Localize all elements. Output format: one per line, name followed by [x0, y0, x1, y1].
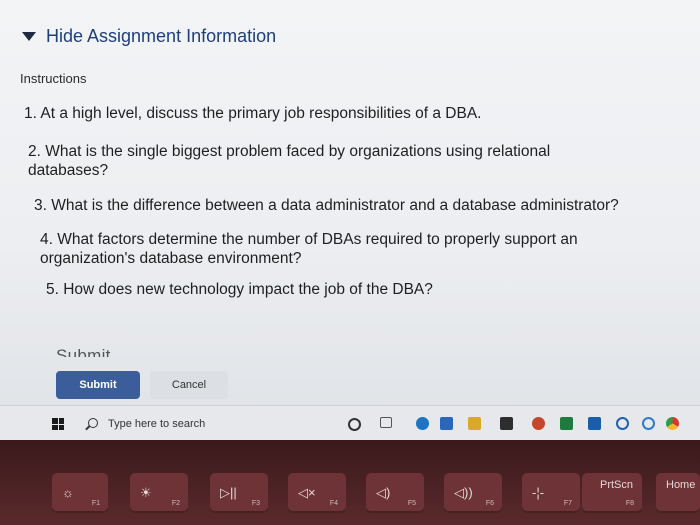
store-icon[interactable]	[440, 417, 453, 430]
excel-icon[interactable]	[560, 417, 573, 430]
brightness-up-icon: ☀	[140, 485, 152, 500]
brightness-down-icon: ☼	[62, 485, 74, 500]
cancel-button[interactable]: Cancel	[150, 371, 228, 399]
browser-screen: Hide Assignment Information Instructions…	[0, 0, 700, 440]
play-pause-icon: ▷||	[220, 485, 237, 500]
chrome-icon[interactable]	[666, 417, 679, 430]
hide-assignment-toggle[interactable]: Hide Assignment Information	[22, 26, 276, 47]
mail-icon[interactable]	[588, 417, 601, 430]
key-f6[interactable]: ◁)) F6	[444, 473, 502, 513]
volume-down-icon: ◁)	[376, 485, 391, 500]
key-home[interactable]: Home	[656, 473, 700, 513]
key-f7[interactable]: -¦- F7	[522, 473, 580, 513]
files-icon[interactable]	[468, 417, 481, 430]
fn-label: F1	[91, 500, 100, 507]
question-1: 1. At a high level, discuss the primary …	[24, 105, 482, 122]
question-3: 3. What is the difference between a data…	[34, 197, 619, 214]
key-f1[interactable]: ☼ F1	[52, 473, 108, 513]
app-icon[interactable]	[642, 417, 655, 430]
edge-icon[interactable]	[416, 417, 429, 430]
office-icon[interactable]	[500, 417, 513, 430]
task-view-icon[interactable]	[380, 417, 392, 428]
key-prtscn[interactable]: PrtScn F8	[582, 473, 642, 513]
submit-heading: Submit	[56, 346, 111, 357]
caret-down-icon	[22, 32, 36, 41]
taskbar: Type here to search	[0, 405, 700, 440]
question-2: 2. What is the single biggest problem fa…	[28, 143, 551, 179]
fn-label: F8	[625, 500, 634, 507]
fn-label: F6	[485, 500, 494, 507]
question-4: 4. What factors determine the number of …	[40, 231, 578, 267]
instructions-heading: Instructions	[20, 71, 87, 86]
fn-label: F3	[251, 500, 260, 507]
fn-label: F5	[407, 500, 416, 507]
app-icon[interactable]	[616, 417, 629, 430]
search-icon	[88, 418, 98, 428]
keyboard: ☼ F1 ☀ F2 ▷|| F3 ◁× F4 ◁) F5 ◁)) F6 -¦- …	[0, 440, 700, 525]
fn-label: F7	[563, 500, 572, 507]
key-f2[interactable]: ☀ F2	[130, 473, 188, 513]
mute-icon: ◁×	[298, 485, 316, 500]
powerpoint-icon[interactable]	[532, 417, 545, 430]
cortana-icon[interactable]	[348, 418, 361, 431]
key-f5[interactable]: ◁) F5	[366, 473, 424, 513]
hide-assignment-label: Hide Assignment Information	[46, 26, 277, 46]
submit-button[interactable]: Submit	[56, 371, 140, 399]
taskbar-search-input[interactable]: Type here to search	[108, 418, 205, 430]
volume-up-icon: ◁))	[454, 485, 473, 500]
home-label: Home	[666, 479, 696, 491]
display-icon: -¦-	[532, 485, 545, 500]
fn-label: F4	[329, 500, 338, 507]
key-f3[interactable]: ▷|| F3	[210, 473, 268, 513]
prtscn-label: PrtScn	[600, 479, 634, 491]
fn-label: F2	[171, 500, 180, 507]
key-f4[interactable]: ◁× F4	[288, 473, 346, 513]
windows-start-icon[interactable]	[52, 418, 64, 430]
question-5: 5. How does new technology impact the jo…	[46, 281, 433, 298]
